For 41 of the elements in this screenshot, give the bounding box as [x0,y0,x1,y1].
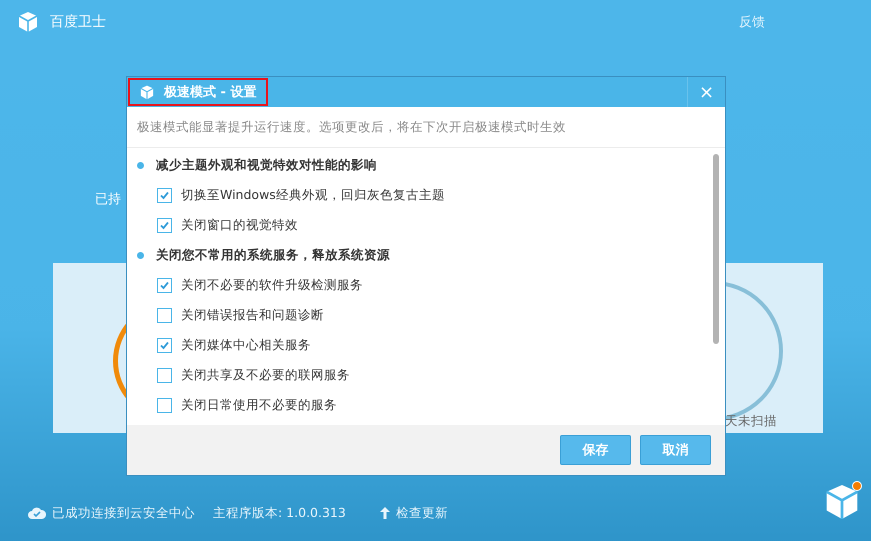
checkbox[interactable] [157,398,172,412]
hero-subtitle: 已持 [95,191,121,208]
checkbox[interactable] [157,338,172,352]
checkbox[interactable] [157,188,172,202]
option-label: 切换至Windows经典外观，回归灰色复古主题 [181,186,445,204]
option-label: 关闭日常使用不必要的服务 [181,396,337,414]
connection-status: 已成功连接到云安全中心 [52,504,195,522]
notification-dot [852,481,862,491]
close-button[interactable]: × [687,77,725,107]
cube-icon [140,84,154,100]
save-button[interactable]: 保存 [560,435,631,465]
bullet-icon [137,162,144,168]
option-label: 关闭窗口的视觉特效 [181,216,298,234]
section-heading: 关闭您不常用的系统服务，释放系统资源 [156,246,390,264]
version-text: 主程序版本: 1.0.0.313 [213,504,346,522]
cube-logo-icon[interactable] [825,483,859,521]
option-label: 关闭错误报告和问题诊断 [181,306,324,324]
upload-arrow-icon [380,507,390,519]
option-label: 关闭媒体中心相关服务 [181,336,311,354]
checkmark-icon [159,340,170,350]
cancel-button[interactable]: 取消 [640,435,711,465]
dialog-title: 极速模式 - 设置 [128,78,268,106]
dialog-description: 极速模式能显著提升运行速度。选项更改后，将在下次开启极速模式时生效 [127,107,725,148]
check-update-link[interactable]: 检查更新 [396,504,448,522]
checkbox[interactable] [157,368,172,382]
option-label: 关闭不必要的软件升级检测服务 [181,276,363,294]
checkmark-icon [159,220,170,230]
checkmark-icon [159,190,170,200]
feedback-link[interactable]: 反馈 [739,13,765,31]
section-heading: 减少主题外观和视觉特效对性能的影响 [156,156,377,174]
bullet-icon [137,252,144,258]
checkbox[interactable] [157,278,172,292]
checkbox[interactable] [157,218,172,232]
app-title: 百度卫士 [50,13,106,31]
scan-status: 天未扫描 [725,413,777,430]
checkbox[interactable] [157,308,172,322]
checkmark-icon [159,280,170,290]
scrollbar-thumb[interactable] [713,154,719,344]
cloud-check-icon [28,507,46,519]
option-label: 关闭共享及不必要的联网服务 [181,366,350,384]
logo-icon [18,11,38,33]
